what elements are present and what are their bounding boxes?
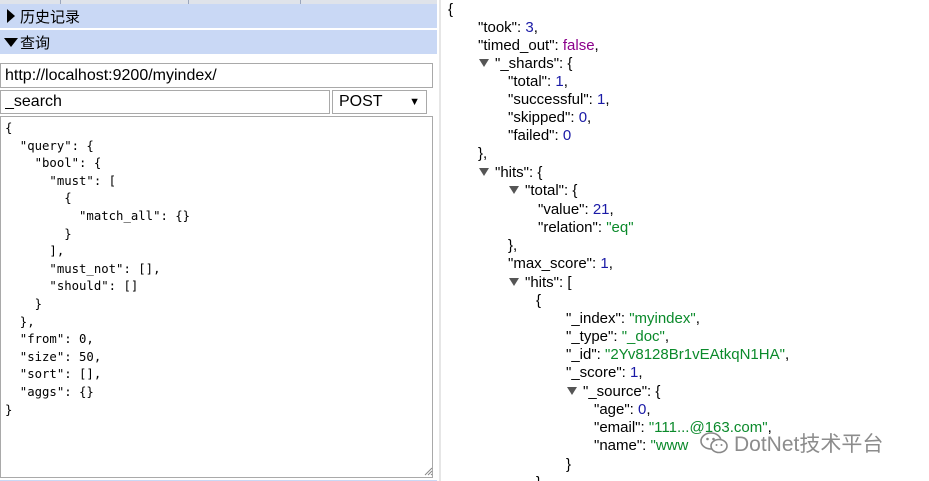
- json-line: },: [508, 237, 518, 254]
- json-line-hits: "hits": {: [478, 164, 542, 182]
- json-line: "_type": "_doc",: [566, 328, 670, 345]
- triangle-down-icon: [4, 35, 18, 49]
- triangle-right-icon: [4, 9, 18, 23]
- chevron-down-icon: ▼: [409, 96, 420, 108]
- query-section-header[interactable]: 查询: [0, 30, 437, 56]
- json-line: "failed": 0: [508, 127, 572, 144]
- json-line: "name": "www: [594, 437, 689, 454]
- query-label: 查询: [20, 34, 51, 52]
- json-line: "age": 0,: [594, 401, 651, 418]
- json-line: }: [566, 456, 572, 473]
- json-line: "timed_out": false,: [478, 37, 599, 54]
- json-line: "relation": "eq": [538, 219, 634, 236]
- triangle-down-icon[interactable]: [478, 57, 490, 69]
- request-panel: 历史记录 查询 POST ▼ { "query": { "bool": { "m…: [0, 4, 437, 481]
- json-line: "_score": 1,: [566, 364, 643, 381]
- json-line: "_id": "2Yv8128Br1vEAtkqN1HA",: [566, 346, 790, 363]
- json-line-shards: "_shards": {: [478, 55, 572, 73]
- triangle-down-icon[interactable]: [508, 276, 520, 288]
- history-label: 历史记录: [20, 8, 81, 26]
- query-body-editor[interactable]: { "query": { "bool": { "must": [ { "matc…: [0, 116, 433, 478]
- panel-divider[interactable]: [439, 0, 441, 481]
- json-line: {: [536, 292, 542, 309]
- method-value: POST: [339, 93, 383, 110]
- response-viewer: { "took": 3, "timed_out": false, "_shard…: [444, 0, 929, 481]
- watermark: DotNet技术平台: [700, 428, 883, 458]
- resize-grip-icon[interactable]: [423, 466, 433, 476]
- url-input[interactable]: [0, 63, 433, 88]
- chat-bubble-icon: [700, 432, 728, 454]
- json-line: "max_score": 1,: [508, 255, 613, 272]
- json-line: "value": 21,: [538, 201, 614, 218]
- method-select[interactable]: POST ▼: [332, 90, 427, 114]
- json-line: "skipped": 0,: [508, 109, 592, 126]
- json-line: "_index": "myindex",: [566, 310, 700, 327]
- json-line: "took": 3,: [478, 19, 538, 36]
- json-line-source: "_source": {: [566, 383, 660, 401]
- triangle-down-icon[interactable]: [566, 385, 578, 397]
- triangle-down-icon[interactable]: [508, 184, 520, 196]
- json-line-hits-array: "hits": [: [508, 274, 572, 292]
- json-line: "successful": 1,: [508, 91, 610, 108]
- json-line: },: [478, 145, 488, 162]
- triangle-down-icon[interactable]: [478, 166, 490, 178]
- watermark-text: DotNet技术平台: [734, 433, 884, 456]
- json-line: "total": 1,: [508, 73, 568, 90]
- json-line: }: [536, 474, 541, 481]
- json-line-total: "total": {: [508, 182, 577, 200]
- path-input[interactable]: [0, 90, 330, 114]
- json-line: {: [448, 1, 454, 18]
- history-section-header[interactable]: 历史记录: [0, 4, 437, 30]
